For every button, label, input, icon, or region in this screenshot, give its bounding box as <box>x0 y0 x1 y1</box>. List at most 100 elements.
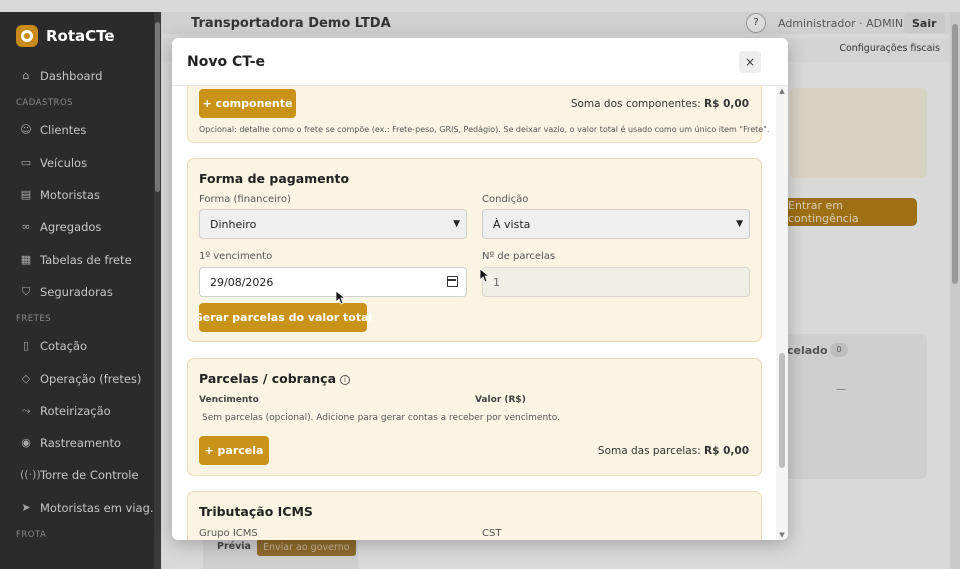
brand[interactable]: RotaCTe <box>0 12 161 60</box>
parcelas-count-label: Nº de parcelas <box>482 251 556 262</box>
forma-select[interactable]: Dinheiro ▼ <box>199 209 467 239</box>
sidebar-item-label: Motoristas em viag... <box>40 500 161 515</box>
close-button[interactable]: × <box>739 51 761 73</box>
page-scrollbar[interactable] <box>950 12 960 569</box>
sidebar-item-motoristas[interactable]: ▤ Motoristas <box>0 179 161 211</box>
id-card-icon: ▤ <box>20 188 32 202</box>
new-cte-modal: Novo CT-e × + componente Soma dos compon… <box>172 38 788 540</box>
sidebar-item-tabelas-frete[interactable]: ▦ Tabelas de frete <box>0 243 161 275</box>
sidebar-item-roteirizacao[interactable]: ⤳ Roteirização <box>0 395 161 427</box>
shield-icon: ⛉ <box>21 284 31 298</box>
box-icon: ◇ <box>21 371 31 385</box>
componentes-sum-label: Soma dos componentes: <box>570 98 701 110</box>
topbar: Transportadora Demo LTDA ? Administrador… <box>161 12 960 34</box>
parcelas-count-input[interactable]: 1 <box>482 267 750 297</box>
cancelled-label: celado <box>787 344 828 357</box>
sidebar-item-operacao[interactable]: ◇ Operação (fretes) <box>0 362 161 394</box>
parcelas-sum-label: Soma das parcelas: <box>597 445 701 457</box>
background-cancelled-panel: celado 0 — <box>780 334 927 479</box>
vencimento-date-input[interactable]: 29/08/2026 <box>199 267 467 297</box>
vencimento-value: 29/08/2026 <box>210 275 274 289</box>
sidebar-item-motoristas-viagem[interactable]: ➤ Motoristas em viag... <box>0 492 161 524</box>
condicao-select[interactable]: À vista ▼ <box>482 209 750 239</box>
condicao-value: À vista <box>493 217 531 231</box>
sidebar: RotaCTe ⌂ Dashboard CADASTROS ☺ Clientes… <box>0 12 161 569</box>
parcelas-empty-message: Sem parcelas (opcional). Adicione para g… <box>202 413 560 423</box>
broadcast-icon: ((·)) <box>20 468 41 482</box>
col-vencimento: Vencimento <box>199 395 259 405</box>
sidebar-item-agregados[interactable]: ∞ Agregados <box>0 211 161 243</box>
vencimento-label: 1º vencimento <box>199 251 273 262</box>
sidebar-item-seguradoras[interactable]: ⛉ Seguradoras <box>0 276 161 308</box>
sidebar-section-frota: FROTA <box>16 529 47 540</box>
sidebar-item-label: Roteirização <box>40 403 111 418</box>
route-icon: ⤳ <box>21 403 31 417</box>
sidebar-item-label: Operação (fretes) <box>40 371 142 386</box>
sidebar-item-torre-controle[interactable]: ((·)) Torre de Controle <box>0 459 161 491</box>
background-card <box>790 88 927 178</box>
parcelas-title: Parcelas / cobrança i <box>199 371 351 386</box>
brand-name: RotaCTe <box>46 27 115 45</box>
table-icon: ▦ <box>20 252 32 266</box>
add-componente-button[interactable]: + componente <box>199 89 296 118</box>
map-pin-icon: ◉ <box>21 436 31 450</box>
parcelas-count-value: 1 <box>493 275 500 289</box>
sidebar-item-label: Agregados <box>40 220 102 235</box>
modal-title: Novo CT-e <box>187 53 266 70</box>
sidebar-item-label: Clientes <box>40 123 87 138</box>
componentes-sum-value: R$ 0,00 <box>704 98 749 110</box>
col-valor: Valor (R$) <box>475 395 526 405</box>
preview-button[interactable]: Prévia <box>217 541 251 552</box>
sidebar-item-rastreamento[interactable]: ◉ Rastreamento <box>0 427 161 459</box>
modal-scrollbar[interactable]: ▲ ▼ <box>776 86 788 540</box>
modal-scroll-thumb[interactable] <box>779 353 785 468</box>
forma-label: Forma (financeiro) <box>199 194 291 205</box>
gerar-parcelas-button[interactable]: Gerar parcelas do valor total <box>194 303 372 332</box>
user-label: Administrador · ADMIN <box>778 16 904 30</box>
company-name: Transportadora Demo LTDA <box>191 15 391 31</box>
sidebar-item-label: Dashboard <box>40 69 103 84</box>
componentes-hint: Opcional: detalhe como o frete se compõe… <box>199 125 770 134</box>
document-icon: ▯ <box>22 339 30 353</box>
tab-configuracoes-fiscais[interactable]: Configurações fiscais <box>839 43 940 54</box>
logout-button[interactable]: Sair <box>904 13 945 33</box>
parcelas-title-text: Parcelas / cobrança <box>199 371 337 386</box>
contingency-button[interactable]: Entrar em contingência <box>778 198 917 226</box>
sidebar-scrollbar[interactable] <box>154 12 161 569</box>
sidebar-section-cadastros: CADASTROS <box>16 98 74 109</box>
componentes-sum: Soma dos componentes: R$ 0,00 <box>571 98 749 110</box>
icms-title: Tributação ICMS <box>199 504 313 519</box>
condicao-label: Condição <box>482 194 529 205</box>
modal-header: Novo CT-e × <box>172 38 788 86</box>
pagamento-title: Forma de pagamento <box>199 171 350 186</box>
brand-logo-icon <box>16 25 38 47</box>
scroll-down-icon[interactable]: ▼ <box>776 530 788 540</box>
icms-section: Tributação ICMS Grupo ICMS CST <box>187 491 762 540</box>
send-government-button[interactable]: Enviar ao governo <box>257 539 356 556</box>
user-icon: ☺ <box>20 123 32 137</box>
sidebar-item-label: Veículos <box>40 155 88 170</box>
sidebar-item-label: Tabelas de frete <box>40 252 132 267</box>
chevron-down-icon: ▼ <box>453 219 460 229</box>
calendar-icon[interactable] <box>447 276 458 287</box>
navigation-icon: ➤ <box>21 500 31 514</box>
link-icon: ∞ <box>21 220 31 234</box>
home-icon: ⌂ <box>22 69 30 83</box>
add-parcela-button[interactable]: + parcela <box>199 436 269 465</box>
sidebar-item-clientes[interactable]: ☺ Clientes <box>0 114 161 146</box>
sidebar-item-cotacao[interactable]: ▯ Cotação <box>0 330 161 362</box>
sidebar-item-label: Cotação <box>40 339 88 354</box>
help-button[interactable]: ? <box>746 13 766 33</box>
cancelled-count-badge: 0 <box>830 343 848 357</box>
pagamento-section: Forma de pagamento Forma (financeiro) Di… <box>187 158 762 342</box>
sidebar-item-dashboard[interactable]: ⌂ Dashboard <box>0 60 161 92</box>
cst-label: CST <box>482 528 502 539</box>
chevron-down-icon: ▼ <box>736 219 743 229</box>
truck-icon: ▭ <box>20 155 32 169</box>
sidebar-item-veiculos[interactable]: ▭ Veículos <box>0 147 161 179</box>
info-icon[interactable]: i <box>340 374 351 385</box>
sidebar-item-label: Seguradoras <box>40 284 113 299</box>
scroll-up-icon[interactable]: ▲ <box>776 86 788 96</box>
sidebar-item-label: Motoristas <box>40 188 100 203</box>
parcelas-section: Parcelas / cobrança i Vencimento Valor (R… <box>187 358 762 476</box>
